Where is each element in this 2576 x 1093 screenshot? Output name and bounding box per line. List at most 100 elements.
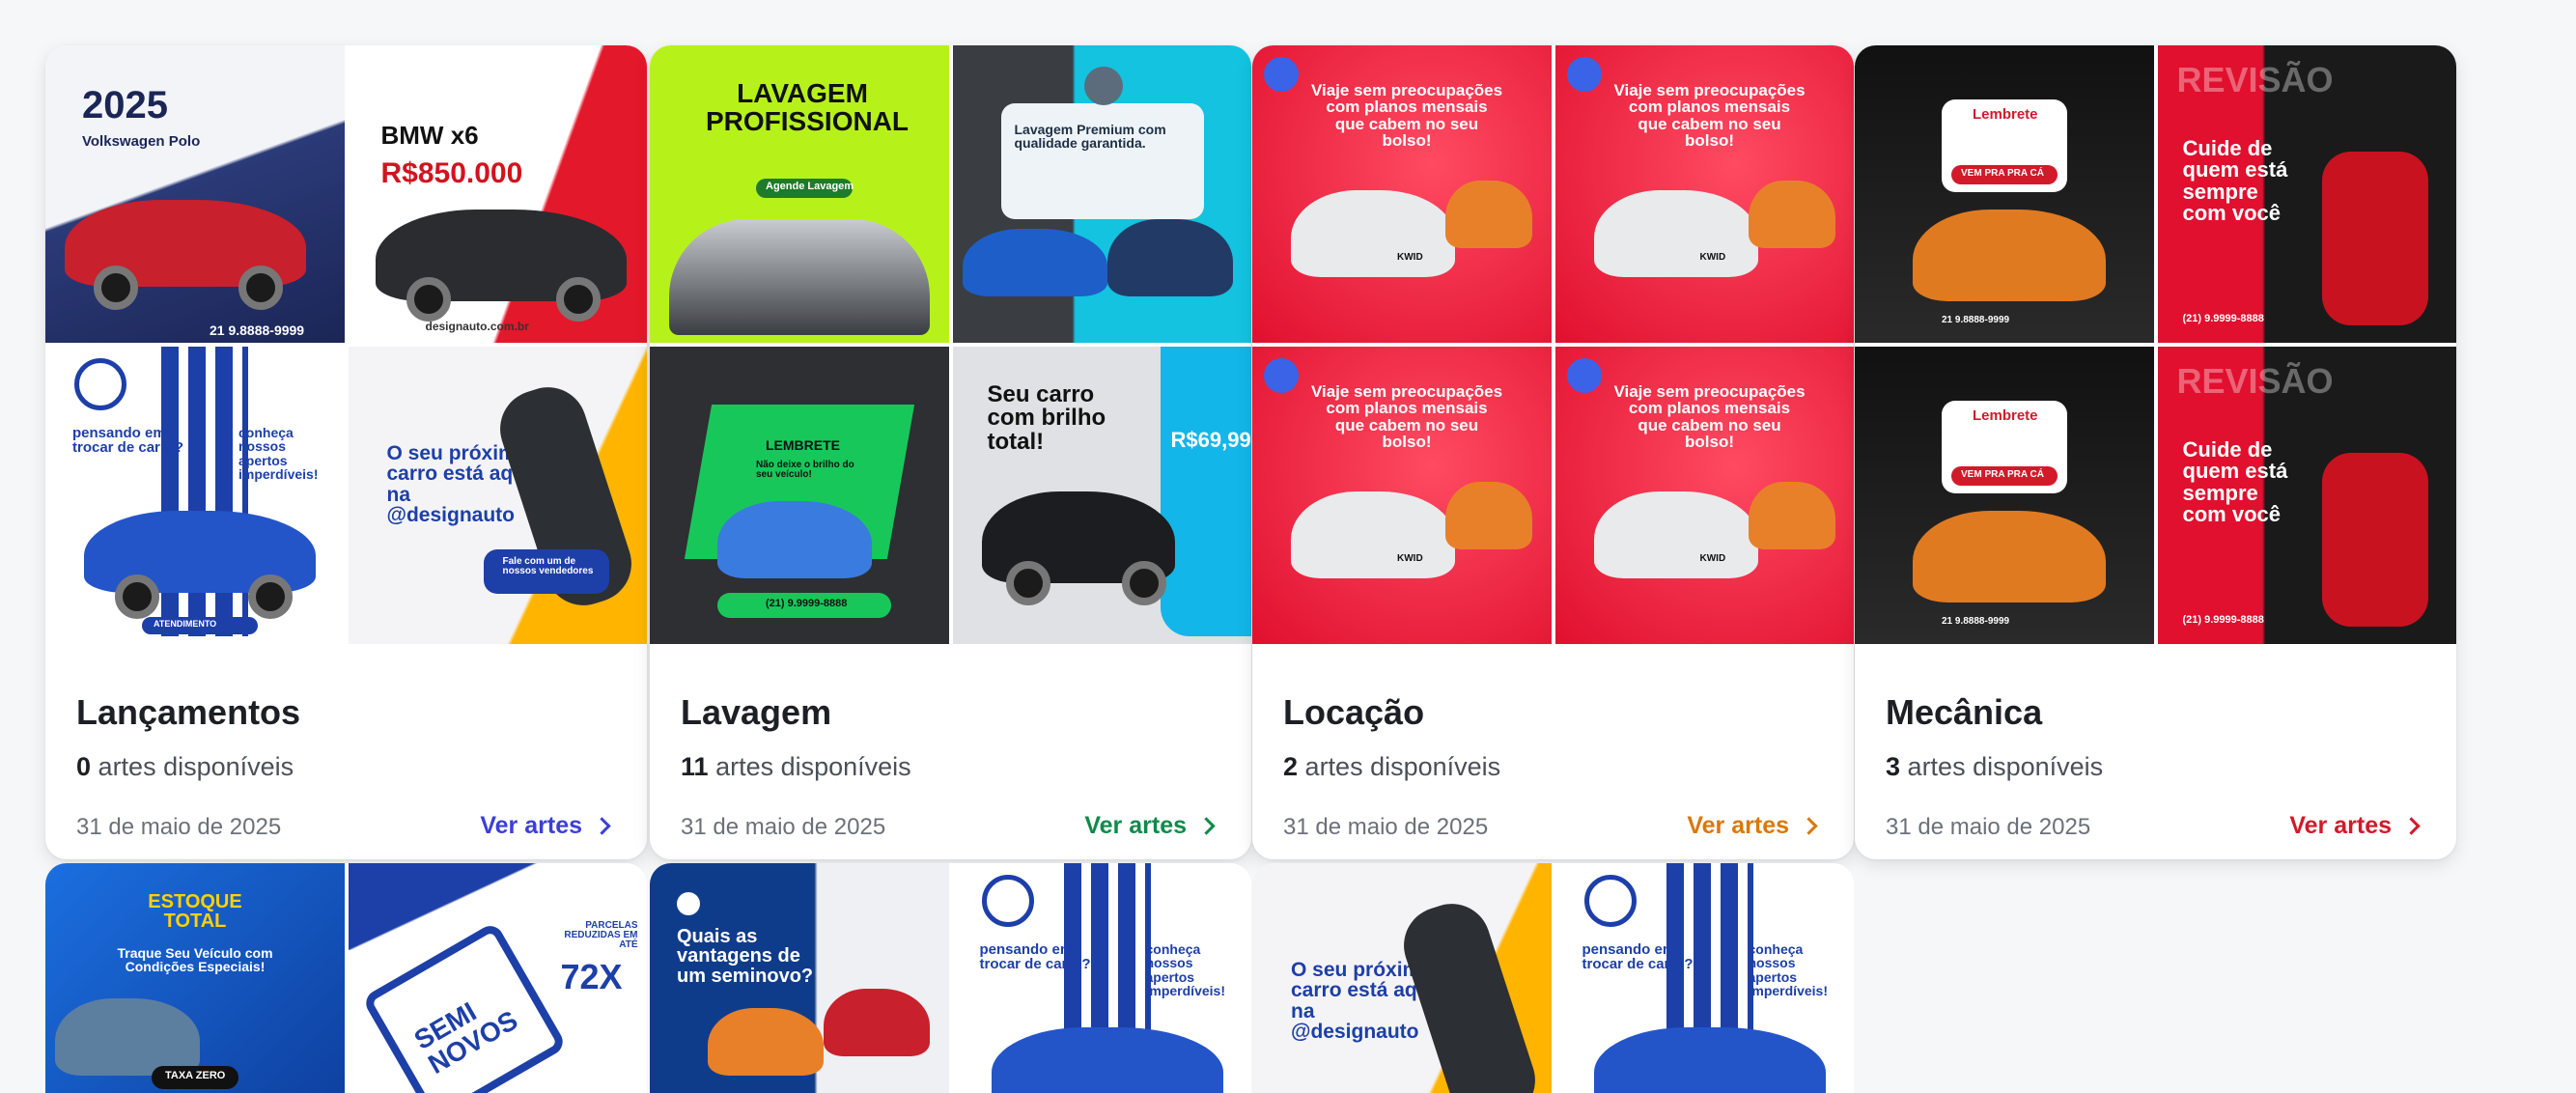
art-title: pensando em trocar de carro? [979, 941, 1091, 973]
artwork-count: 2 artes disponíveis [1283, 752, 1500, 782]
art-watermark: REVISÃO [2176, 361, 2334, 401]
art-footer: ATENDIMENTO [154, 619, 217, 629]
thumbnail-art[interactable]: O seu próximo carro está aqui na @design… [348, 347, 647, 644]
art-subtitle: KWID [1397, 553, 1423, 564]
art-title: BMW x6 [380, 121, 479, 150]
art-title: pensando em trocar de carro? [1582, 941, 1694, 973]
link-label: Ver artes [2289, 812, 2392, 839]
collection-info: Mecânica 3 artes disponíveis 31 de maio … [1855, 644, 2456, 859]
art-title: Seu carro com brilho total! [987, 381, 1106, 455]
art-title: 2025 [82, 84, 168, 126]
collection-card-partial[interactable]: ESTOQUE TOTAL Traque Seu Veículo com Con… [45, 863, 647, 1093]
thumbnail-art[interactable]: LEMBRETE Não deixe o brilho do seu veícu… [650, 347, 949, 644]
art-subtitle: KWID [1699, 553, 1726, 564]
thumbnail-art[interactable]: Lavagem Premium com qualidade garantida. [952, 45, 1251, 343]
art-subtitle: KWID [1699, 252, 1726, 263]
art-subtitle: VEM PRA PRA CÁ [1961, 469, 2044, 480]
thumbnail-art[interactable]: Viaje sem preocupações com planos mensai… [1252, 45, 1552, 343]
count-label: artes disponíveis [1907, 752, 2104, 781]
collection-date: 31 de maio de 2025 [76, 814, 282, 840]
art-footer: (21) 9.9999-8888 [766, 598, 848, 609]
thumbnail-art[interactable]: Seu carro com brilho total! R$69,99 [952, 347, 1251, 644]
count-value: 2 [1283, 752, 1299, 781]
art-watermark: REVISÃO [2176, 60, 2334, 99]
collection-card-locacao[interactable]: Viaje sem preocupações com planos mensai… [1252, 45, 1854, 859]
art-footer: designauto.com.br [425, 320, 529, 333]
collection-card-lancamentos[interactable]: 2025 Volkswagen Polo 21 9.8888-9999 BMW … [45, 45, 647, 859]
thumbnail-art[interactable]: Viaje sem preocupações com planos mensai… [1252, 347, 1552, 644]
thumbnail-art[interactable]: pensando em trocar de carro? conheça nos… [1554, 863, 1854, 1093]
link-label: Ver artes [1687, 812, 1789, 839]
art-subtitle: R$850.000 [380, 157, 523, 189]
link-label: Ver artes [480, 812, 582, 839]
art-title: Viaje sem preocupações com planos mensai… [1310, 81, 1503, 150]
art-title: ESTOQUE TOTAL [148, 891, 242, 933]
count-value: 0 [76, 752, 92, 781]
count-value: 3 [1886, 752, 1901, 781]
count-label: artes disponíveis [1304, 752, 1501, 781]
collection-title: Mecânica [1886, 692, 2043, 732]
art-title: Quais as vantagens de um seminovo? [677, 926, 814, 987]
art-title: Lembrete [1973, 407, 2038, 424]
collection-title: Lavagem [681, 692, 832, 732]
view-artworks-link[interactable]: Ver artes [1687, 812, 1818, 840]
thumbnail-art[interactable]: ESTOQUE TOTAL Traque Seu Veículo com Con… [45, 863, 345, 1093]
thumbnail-art[interactable]: Viaje sem preocupações com planos mensai… [1554, 347, 1854, 644]
thumbnail-art[interactable]: Viaje sem preocupações com planos mensai… [1554, 45, 1854, 343]
art-subtitle: KWID [1397, 252, 1423, 263]
thumbnail-art[interactable]: Lembrete VEM PRA PRA CÁ 21 9.8888-9999 [1855, 45, 2154, 343]
art-title: Lembrete [1973, 106, 2038, 123]
collection-title: Lançamentos [76, 692, 301, 732]
art-title: pensando em trocar de carro? [72, 425, 184, 457]
thumbnail-art[interactable]: SEMI NOVOS PARCELAS REDUZIDAS EM ATÉ 72X [348, 863, 647, 1093]
thumbnail-grid: Viaje sem preocupações com planos mensai… [1252, 45, 1854, 644]
thumbnail-art[interactable]: Lembrete VEM PRA PRA CÁ 21 9.8888-9999 [1855, 347, 2154, 644]
art-subtitle: Traque Seu Veículo com Condições Especia… [117, 945, 273, 975]
art-subtitle: Não deixe o brilho do seu veículo! [756, 460, 854, 481]
art-title: Viaje sem preocupações com planos mensai… [1613, 382, 1806, 451]
art-subtitle: Agende Lavagem [766, 181, 854, 192]
art-footer: 21 9.8888-9999 [1942, 315, 2010, 325]
link-label: Ver artes [1084, 812, 1187, 839]
art-subtitle: PARCELAS REDUZIDAS EM ATÉ [564, 920, 638, 951]
thumbnail-art[interactable]: pensando em trocar de carro? conheça nos… [952, 863, 1251, 1093]
thumbnail-art[interactable]: O seu próximo carro está aqui na @design… [1252, 863, 1552, 1093]
thumbnail-art[interactable]: Quais as vantagens de um seminovo? [650, 863, 949, 1093]
chevron-right-icon [2402, 817, 2421, 835]
view-artworks-link[interactable]: Ver artes [480, 812, 611, 840]
collection-card-lavagem[interactable]: LAVAGEM PROFISSIONAL Agende Lavagem Lava… [650, 45, 1251, 859]
art-subtitle: (21) 9.9999-8888 [2182, 614, 2264, 626]
view-artworks-link[interactable]: Ver artes [1084, 812, 1216, 840]
thumbnail-art[interactable]: BMW x6 R$850.000 designauto.com.br [348, 45, 647, 343]
collection-card-partial[interactable]: O seu próximo carro está aqui na @design… [1252, 863, 1854, 1093]
artwork-count: 3 artes disponíveis [1886, 752, 2103, 782]
thumbnail-art[interactable]: REVISÃO Cuide de quem está sempre com vo… [2157, 347, 2456, 644]
art-subtitle: conheça nossos apertos imperdíveis! [1145, 941, 1225, 998]
thumbnail-grid: Lembrete VEM PRA PRA CÁ 21 9.8888-9999 R… [1855, 45, 2456, 644]
art-subtitle: Fale com um de nossos vendedores [502, 556, 594, 577]
art-footer: 21 9.8888-9999 [210, 322, 305, 338]
thumbnail-art[interactable]: pensando em trocar de carro? conheça nos… [45, 347, 345, 644]
thumbnail-art[interactable]: 2025 Volkswagen Polo 21 9.8888-9999 [45, 45, 345, 343]
art-title: Viaje sem preocupações com planos mensai… [1310, 382, 1503, 451]
collection-card-mecanica[interactable]: Lembrete VEM PRA PRA CÁ 21 9.8888-9999 R… [1855, 45, 2456, 859]
art-subtitle: conheça nossos apertos imperdíveis! [238, 425, 319, 482]
collection-info: Locação 2 artes disponíveis 31 de maio d… [1252, 644, 1854, 859]
artwork-count: 11 artes disponíveis [681, 752, 911, 782]
chevron-right-icon [593, 817, 611, 835]
art-footer: 21 9.8888-9999 [1942, 616, 2010, 627]
collection-card-partial[interactable]: Quais as vantagens de um seminovo? pensa… [650, 863, 1251, 1093]
count-label: artes disponíveis [715, 752, 911, 781]
art-subtitle: conheça nossos apertos imperdíveis! [1748, 941, 1828, 998]
count-value: 11 [681, 752, 709, 781]
count-label: artes disponíveis [98, 752, 294, 781]
collection-date: 31 de maio de 2025 [681, 814, 886, 840]
art-footer: 72X [560, 957, 623, 996]
artwork-count: 0 artes disponíveis [76, 752, 294, 782]
thumbnail-art[interactable]: LAVAGEM PROFISSIONAL Agende Lavagem [650, 45, 949, 343]
view-artworks-link[interactable]: Ver artes [2289, 812, 2421, 840]
thumbnail-art[interactable]: REVISÃO Cuide de quem está sempre com vo… [2157, 45, 2456, 343]
art-title: Viaje sem preocupações com planos mensai… [1613, 81, 1806, 150]
art-subtitle: (21) 9.9999-8888 [2182, 313, 2264, 324]
art-subtitle: VEM PRA PRA CÁ [1961, 168, 2044, 179]
